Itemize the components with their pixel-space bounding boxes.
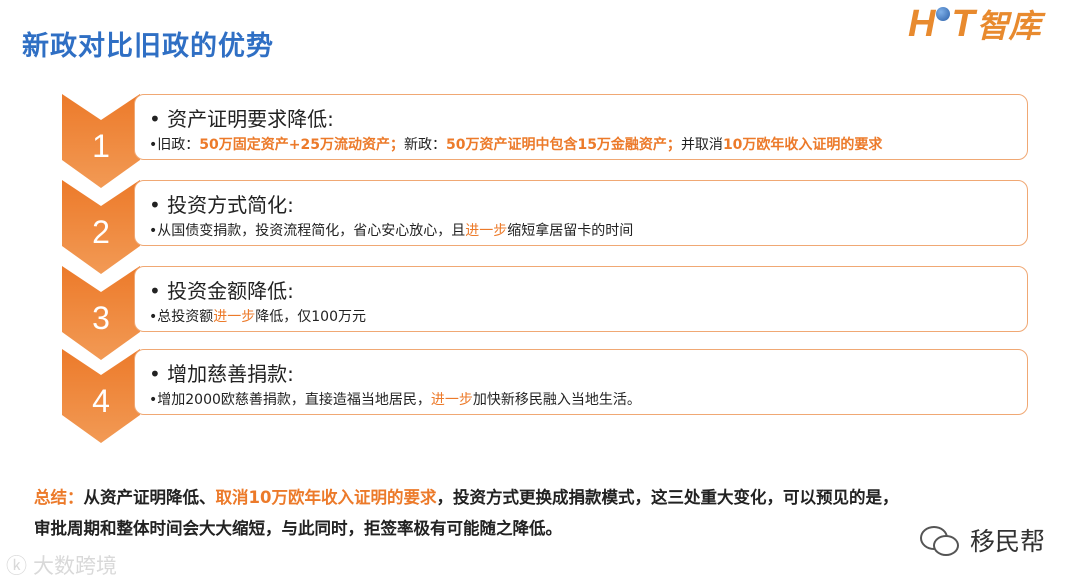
advantage-heading-text: 投资金额降低:	[167, 279, 294, 303]
advantage-box: • 增加慈善捐款: •增加2000欧慈善捐款，直接造福当地居民，进一步加快新移民融…	[134, 349, 1028, 415]
detail-text: 总投资额	[157, 309, 214, 325]
advantage-box: • 资产证明要求降低: •旧政：50万固定资产+25万流动资产；新政：50万资产证…	[134, 94, 1028, 160]
detail-text: 并取消	[680, 137, 723, 153]
advantage-row: 4 • 增加慈善捐款: •增加2000欧慈善捐款，直接造福当地居民，进一步加快新移民…	[62, 349, 1030, 443]
step-number: 3	[92, 300, 110, 336]
detail-text: 旧政：	[157, 137, 200, 153]
summary-highlight: 取消10万欧年收入证明的要求	[215, 488, 437, 507]
summary-text-b: ，投资方式更换成捐款模式，这三处重大变化，可以预见的是，	[436, 488, 899, 507]
watermark-right-text: 移民帮	[970, 527, 1046, 556]
bullet: •	[149, 279, 168, 303]
globe-icon	[936, 7, 951, 21]
advantage-heading-text: 增加慈善捐款:	[167, 362, 294, 386]
bullet: •	[149, 107, 168, 131]
highlight-text: 50万固定资产+25万流动资产；	[199, 137, 404, 153]
watermark-left-text: 大数跨境	[33, 554, 117, 578]
advantage-detail: •旧政：50万固定资产+25万流动资产；新政：50万资产证明中包含15万金融资产…	[149, 134, 882, 154]
detail-text: 加快新移民融入当地生活。	[472, 392, 641, 408]
summary-line2: 审批周期和整体时间会大大缩短，与此同时，拒签率极有可能随之降低。	[34, 519, 562, 538]
logo-h: H	[908, 2, 936, 45]
bullet: •	[149, 193, 168, 217]
advantage-heading-text: 资产证明要求降低:	[167, 107, 334, 131]
advantage-row: 3 • 投资金额降低: •总投资额进一步降低，仅100万元	[62, 266, 1030, 360]
detail-text: 新政：	[403, 137, 446, 153]
advantage-detail: •增加2000欧慈善捐款，直接造福当地居民，进一步加快新移民融入当地生活。	[149, 389, 641, 409]
highlight-text: 进一步	[213, 309, 256, 325]
advantage-heading: • 投资方式简化:	[149, 189, 294, 218]
highlight-text: 进一步	[430, 392, 473, 408]
bullet: •	[149, 362, 168, 386]
detail-text: 降低，仅100万元	[255, 309, 366, 325]
summary-label: 总结：	[34, 488, 84, 507]
advantage-heading: • 增加慈善捐款:	[149, 358, 294, 387]
advantage-row: 2 • 投资方式简化: •从国债变捐款，投资流程简化，省心安心放心，且进一步缩短拿居…	[62, 180, 1030, 274]
summary: 总结：从资产证明降低、取消10万欧年收入证明的要求，投资方式更换成捐款模式，这三…	[34, 482, 1044, 544]
advantage-detail: •总投资额进一步降低，仅100万元	[149, 306, 366, 326]
page-title: 新政对比旧政的优势	[22, 31, 274, 62]
advantage-heading: • 投资金额降低:	[149, 275, 294, 304]
wechat-icon	[920, 526, 960, 556]
logo-t: T	[951, 2, 975, 45]
logo-name: 智库	[976, 8, 1041, 44]
step-number: 4	[92, 383, 110, 419]
advantage-heading-text: 投资方式简化:	[167, 193, 294, 217]
highlight-text: 50万资产证明中包含15万金融资产；	[445, 137, 681, 153]
watermark-right: 移民帮	[920, 522, 1045, 558]
advantage-heading: • 资产证明要求降低:	[149, 103, 334, 132]
highlight-text: 10万欧年收入证明的要求	[722, 137, 883, 153]
summary-text-a: 从资产证明降低、	[83, 488, 216, 507]
advantage-box: • 投资方式简化: •从国债变捐款，投资流程简化，省心安心放心，且进一步缩短拿居留…	[134, 180, 1028, 246]
highlight-text: 进一步	[465, 223, 508, 239]
watermark-mark-icon: ⓚ	[6, 554, 27, 578]
ht-logo: H T 智库	[908, 2, 1041, 46]
detail-text: 增加2000欧慈善捐款，直接造福当地居民，	[157, 392, 431, 408]
detail-text: 缩短拿居留卡的时间	[507, 223, 634, 239]
advantage-box: • 投资金额降低: •总投资额进一步降低，仅100万元	[134, 266, 1028, 332]
watermark-left: ⓚ 大数跨境	[6, 550, 117, 580]
advantage-detail: •从国债变捐款，投资流程简化，省心安心放心，且进一步缩短拿居留卡的时间	[149, 220, 633, 240]
step-number: 1	[92, 128, 110, 164]
advantage-row: 1 • 资产证明要求降低: •旧政：50万固定资产+25万流动资产；新政：50万资产…	[62, 94, 1030, 188]
detail-text: 从国债变捐款，投资流程简化，省心安心放心，且	[157, 223, 466, 239]
step-number: 2	[92, 214, 110, 250]
